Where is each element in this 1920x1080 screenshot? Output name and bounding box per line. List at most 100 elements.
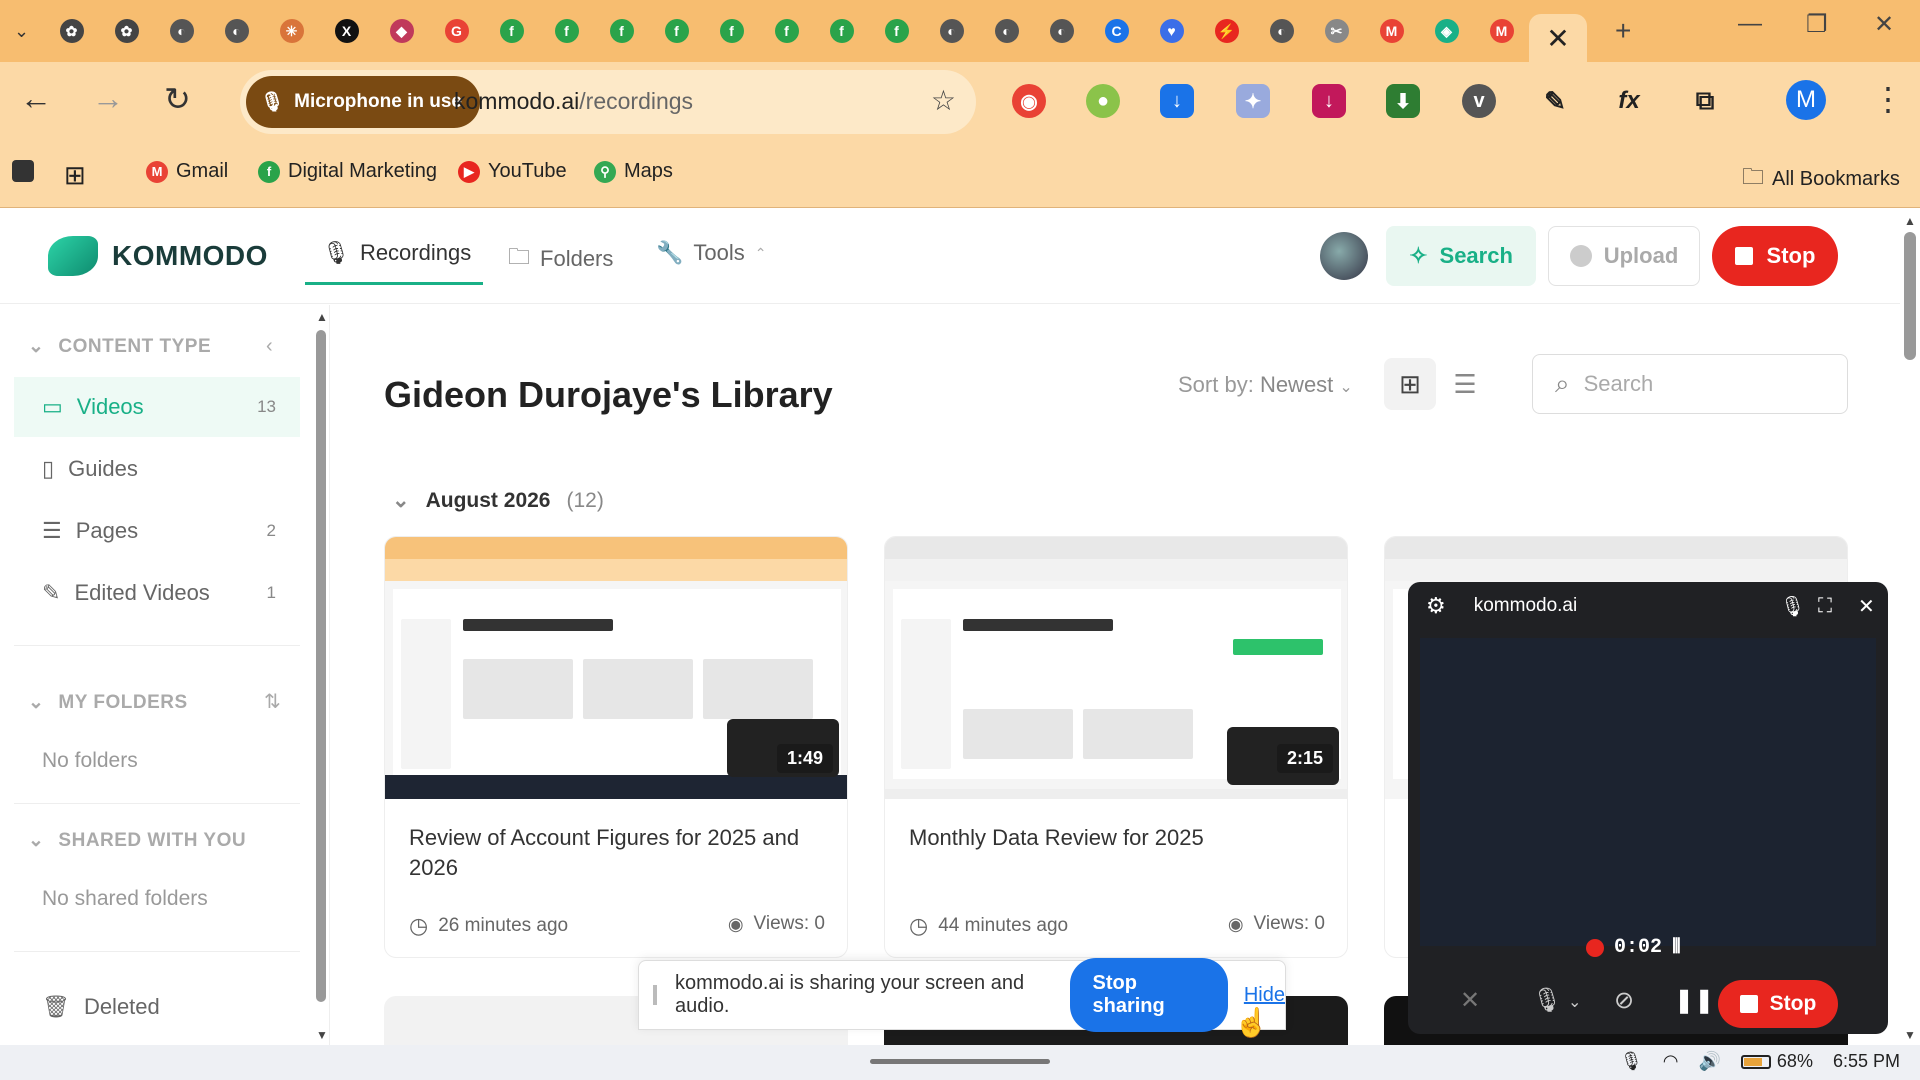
bookmark-gmail[interactable]: M Gmail bbox=[146, 160, 228, 183]
browser-tab[interactable]: f bbox=[539, 0, 594, 62]
user-avatar[interactable] bbox=[1320, 232, 1368, 280]
back-icon[interactable]: ← bbox=[20, 80, 52, 117]
reload-icon[interactable]: ↻ bbox=[164, 80, 191, 118]
browser-tab[interactable]: ✿ bbox=[99, 0, 154, 62]
browser-tab[interactable]: ⚡ bbox=[1199, 0, 1254, 62]
restore-icon[interactable]: ❐ bbox=[1806, 10, 1828, 39]
sort-icon[interactable]: ⇅ bbox=[264, 689, 281, 714]
bookmark-maps[interactable]: ⚲ Maps bbox=[594, 160, 673, 183]
hide-link[interactable]: Hide bbox=[1244, 984, 1285, 1007]
browser-tab[interactable]: ✳ bbox=[264, 0, 319, 62]
recording-card[interactable]: 2:15 Monthly Data Review for 2025 ◷ 44 m… bbox=[884, 536, 1348, 958]
search-button[interactable]: ✧ Search bbox=[1386, 226, 1536, 286]
library-search[interactable]: ⌕ bbox=[1532, 354, 1848, 414]
page-scroll-up-icon[interactable]: ▲ bbox=[1904, 214, 1916, 228]
browser-tab[interactable]: ◐ bbox=[154, 0, 209, 62]
video-thumbnail[interactable]: 1:49 bbox=[385, 537, 847, 799]
tab-tools[interactable]: 🔧 Tools ⌃ bbox=[656, 240, 767, 266]
extension-save-icon[interactable]: ⬇ bbox=[1386, 84, 1420, 118]
browser-tab[interactable]: C bbox=[1089, 0, 1144, 62]
content-type-section[interactable]: ⌄ CONTENT TYPE bbox=[28, 335, 211, 358]
page-scroll-down-icon[interactable]: ▼ bbox=[1904, 1028, 1916, 1042]
card-title[interactable]: Monthly Data Review for 2025 bbox=[909, 823, 1329, 853]
bookmark-digital-marketing[interactable]: f Digital Marketing bbox=[258, 160, 437, 183]
recorder-stop-button[interactable]: Stop bbox=[1718, 980, 1838, 1028]
browser-tab[interactable]: ◐ bbox=[979, 0, 1034, 62]
all-bookmarks-button[interactable]: 🗀 All Bookmarks bbox=[1742, 160, 1900, 198]
sidebar-item-pages[interactable]: ☰ Pages 2 bbox=[14, 501, 300, 561]
shared-with-you-section[interactable]: ⌄ SHARED WITH YOU bbox=[28, 829, 246, 852]
browser-tab[interactable]: f bbox=[649, 0, 704, 62]
sidebar-scroll-down-icon[interactable]: ▼ bbox=[316, 1028, 328, 1042]
page-scrollbar[interactable] bbox=[1904, 232, 1916, 360]
bookmark-youtube[interactable]: ▶ YouTube bbox=[458, 160, 567, 183]
new-tab-button[interactable]: + bbox=[1615, 15, 1631, 47]
home-indicator[interactable] bbox=[870, 1059, 1050, 1064]
close-icon[interactable]: ✕ bbox=[1858, 594, 1875, 619]
forward-icon[interactable]: → bbox=[92, 80, 124, 117]
fx-icon[interactable]: fx bbox=[1612, 84, 1646, 118]
browser-tab[interactable]: f bbox=[759, 0, 814, 62]
clock-text[interactable]: 6:55 PM bbox=[1833, 1051, 1900, 1072]
stop-recording-button[interactable]: Stop bbox=[1712, 226, 1838, 286]
tab-search-chevron-icon[interactable]: ⌄ bbox=[14, 21, 44, 42]
profile-avatar[interactable]: M bbox=[1786, 80, 1826, 120]
card-title[interactable]: Review of Account Figures for 2025 and 2… bbox=[409, 823, 829, 883]
microphone-toggle-icon[interactable]: 🎙 bbox=[1532, 986, 1562, 1015]
sidebar-item-deleted[interactable]: 🗑 Deleted bbox=[14, 977, 300, 1037]
extension-bulb-icon[interactable]: ● bbox=[1086, 84, 1120, 118]
expand-icon[interactable]: ⛶ bbox=[1818, 595, 1832, 618]
wifi-icon[interactable]: ◠ bbox=[1663, 1051, 1679, 1072]
browser-tab[interactable]: ◐ bbox=[924, 0, 979, 62]
sidebar-scrollbar[interactable] bbox=[316, 330, 326, 1002]
browser-tab[interactable]: G bbox=[429, 0, 484, 62]
browser-tab[interactable]: f bbox=[594, 0, 649, 62]
grid-view-icon[interactable]: ⊞ bbox=[1384, 358, 1436, 410]
apps-grid-icon[interactable]: ⊞ bbox=[64, 160, 86, 191]
sidebar-item-guides[interactable]: ▯ Guides bbox=[14, 439, 300, 499]
stop-sharing-button[interactable]: Stop sharing bbox=[1070, 958, 1228, 1032]
url-text[interactable]: kommodo.ai/recordings bbox=[454, 88, 693, 115]
browser-tab[interactable]: ◈ bbox=[1419, 0, 1474, 62]
browser-tab[interactable]: f bbox=[869, 0, 924, 62]
bookmark-star-icon[interactable]: ☆ bbox=[931, 84, 956, 117]
browser-tab[interactable]: X bbox=[319, 0, 374, 62]
browser-tab[interactable]: ♥ bbox=[1144, 0, 1199, 62]
speaker-icon[interactable]: 🔊 bbox=[1699, 1051, 1721, 1072]
pause-icon[interactable]: ❚❚ bbox=[1674, 986, 1714, 1015]
drag-handle-icon[interactable] bbox=[653, 985, 657, 1005]
browser-tab[interactable]: f bbox=[704, 0, 759, 62]
eyedropper-icon[interactable]: ✎ bbox=[1538, 84, 1572, 118]
extension-record-icon[interactable]: ◉ bbox=[1012, 84, 1046, 118]
list-view-icon[interactable]: ☰ bbox=[1440, 358, 1490, 410]
sidebar-item-videos[interactable]: ▭ Videos 13 bbox=[14, 377, 300, 437]
browser-tab[interactable]: ◆ bbox=[374, 0, 429, 62]
kommodo-logo[interactable]: KOMMODO bbox=[48, 236, 268, 276]
my-folders-section[interactable]: ⌄ MY FOLDERS bbox=[28, 691, 188, 714]
mic-chevron-down-icon[interactable]: ⌄ bbox=[1568, 992, 1581, 1012]
extensions-puzzle-icon[interactable]: ⧉ bbox=[1688, 84, 1722, 118]
upload-button[interactable]: Upload bbox=[1548, 226, 1700, 286]
extension-download-icon[interactable]: ↓ bbox=[1160, 84, 1194, 118]
extension-arrow-down-icon[interactable]: ↓ bbox=[1312, 84, 1346, 118]
sidebar-scroll-up-icon[interactable]: ▲ bbox=[316, 310, 328, 324]
extension-vd-icon[interactable]: v bbox=[1462, 84, 1496, 118]
month-group-header[interactable]: ⌄ August 2026 (12) bbox=[392, 488, 604, 513]
recording-card[interactable]: 1:49 Review of Account Figures for 2025 … bbox=[384, 536, 848, 958]
search-input[interactable] bbox=[1583, 371, 1814, 397]
minimize-icon[interactable]: — bbox=[1738, 10, 1762, 38]
browser-tab[interactable]: ◐ bbox=[1254, 0, 1309, 62]
browser-tab[interactable]: ◐ bbox=[209, 0, 264, 62]
close-window-icon[interactable]: ✕ bbox=[1874, 10, 1894, 39]
microphone-icon[interactable]: 🎙 bbox=[1780, 594, 1805, 619]
tab-recordings[interactable]: 🎙 Recordings bbox=[322, 240, 471, 266]
sidebar-toggle-icon[interactable] bbox=[12, 160, 34, 182]
browser-tab[interactable]: M bbox=[1364, 0, 1419, 62]
microphone-in-use-chip[interactable]: 🎙 Microphone in use bbox=[246, 76, 480, 128]
video-thumbnail[interactable]: 2:15 bbox=[885, 537, 1347, 799]
browser-tab[interactable]: f bbox=[484, 0, 539, 62]
extension-sparkle-icon[interactable]: ✦ bbox=[1236, 84, 1270, 118]
battery-indicator[interactable]: 68% bbox=[1740, 1051, 1813, 1072]
browser-tab[interactable]: M bbox=[1474, 0, 1529, 62]
sort-dropdown[interactable]: Sort by: Newest ⌄ bbox=[1178, 372, 1353, 398]
